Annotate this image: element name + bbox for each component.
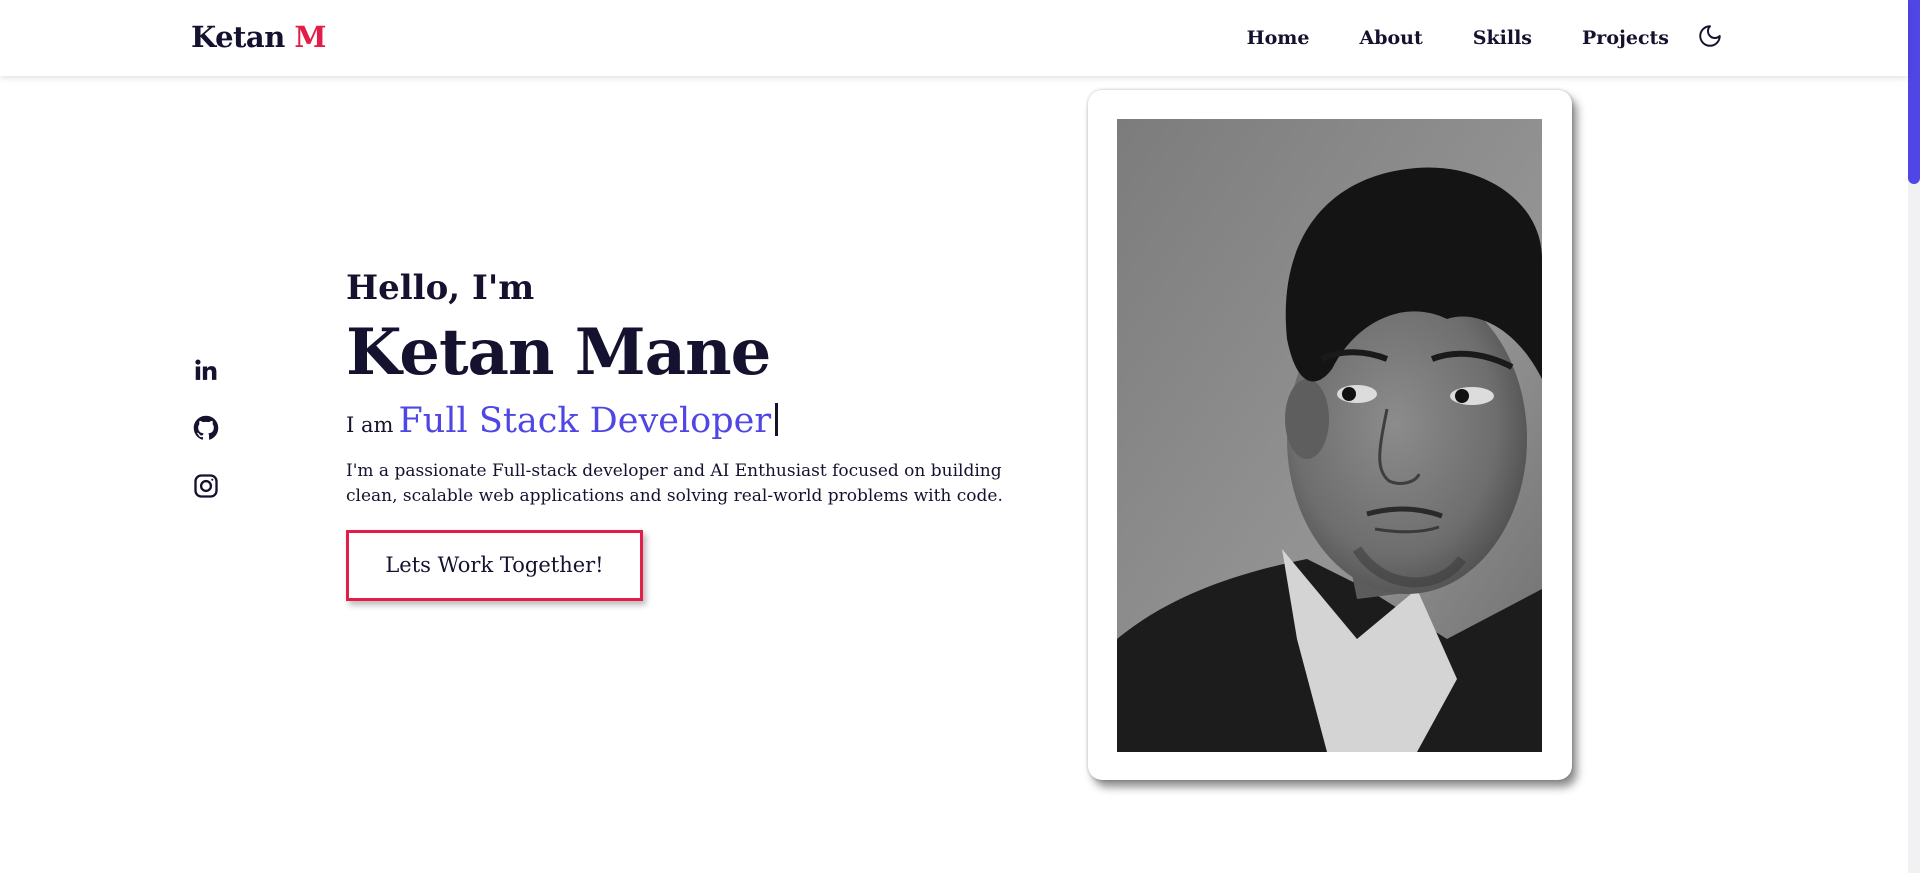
theme-toggle-button[interactable] bbox=[1695, 21, 1725, 51]
cta-button[interactable]: Lets Work Together! bbox=[346, 529, 643, 601]
portrait-photo bbox=[1117, 119, 1542, 752]
hero-bio: I'm a passionate Full-stack developer an… bbox=[346, 460, 1003, 506]
navbar: Ketan M Home About Skills Projects bbox=[0, 0, 1908, 76]
social-links bbox=[192, 356, 220, 530]
site-logo[interactable]: Ketan M bbox=[191, 20, 327, 54]
linkedin-icon bbox=[195, 359, 217, 380]
page-scrollbar[interactable] bbox=[1908, 0, 1920, 873]
nav-link-skills[interactable]: Skills bbox=[1473, 27, 1532, 49]
logo-accent: M bbox=[294, 20, 327, 54]
hero-name: Ketan Mane bbox=[346, 315, 771, 391]
nav-links: Home About Skills Projects bbox=[1197, 0, 1725, 76]
instagram-icon bbox=[194, 474, 218, 498]
linkedin-link[interactable] bbox=[192, 356, 220, 384]
nav-link-projects[interactable]: Projects bbox=[1582, 27, 1669, 49]
role-typed-text: Full Stack Developer bbox=[398, 400, 772, 441]
nav-link-about[interactable]: About bbox=[1359, 27, 1422, 49]
scrollbar-thumb[interactable] bbox=[1908, 0, 1920, 184]
moon-icon bbox=[1699, 25, 1721, 47]
typing-caret bbox=[775, 402, 779, 436]
nav-link-home[interactable]: Home bbox=[1247, 27, 1310, 49]
role-prefix: I am bbox=[346, 412, 394, 437]
logo-first: Ketan bbox=[191, 20, 285, 54]
github-icon bbox=[193, 415, 219, 440]
hero-section: Hello, I'm Ketan Mane I am Full Stack De… bbox=[346, 268, 1026, 601]
hero-greeting: Hello, I'm bbox=[346, 268, 535, 308]
github-link[interactable] bbox=[192, 414, 220, 442]
hero-role-line: I am Full Stack Developer bbox=[346, 401, 1026, 441]
portrait-frame bbox=[1088, 90, 1572, 780]
instagram-link[interactable] bbox=[192, 472, 220, 500]
